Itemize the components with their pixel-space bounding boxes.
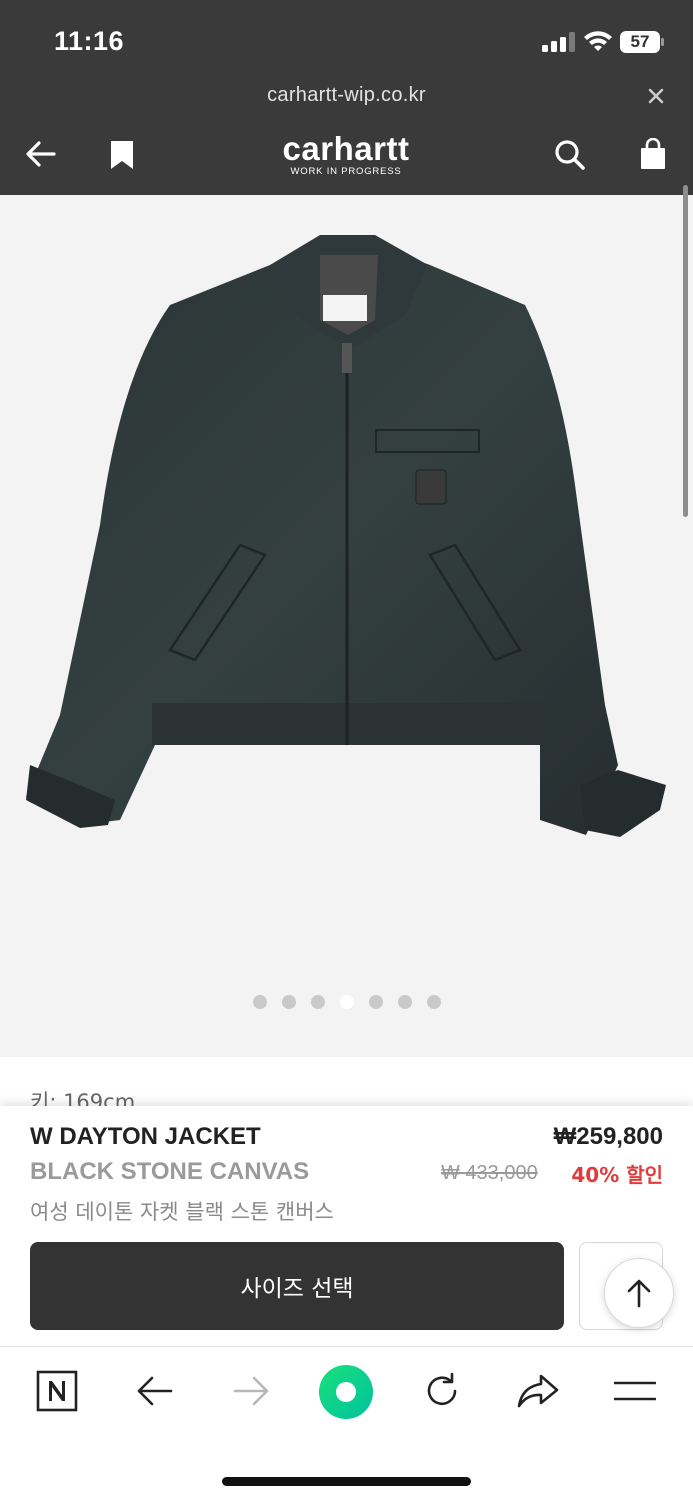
back-arrow-icon[interactable] — [24, 139, 58, 169]
logo-text: carhartt — [282, 130, 410, 167]
product-price: ₩259,800 — [553, 1123, 663, 1150]
carousel-dot[interactable] — [310, 995, 325, 1009]
carousel-dot[interactable] — [397, 995, 412, 1009]
original-price: ₩ 433,000 — [441, 1162, 538, 1184]
carousel-dot-active[interactable] — [339, 995, 354, 1009]
search-icon[interactable] — [554, 139, 586, 171]
wifi-icon — [584, 31, 612, 51]
home-indicator — [222, 1477, 471, 1486]
product-info-panel: W DAYTON JACKET BLACK STONE CANVAS 여성 데이… — [0, 1106, 693, 1346]
close-icon[interactable] — [644, 84, 668, 108]
browser-back-button[interactable] — [133, 1369, 177, 1413]
logo-subtext: WORK IN PROGRESS — [290, 166, 402, 177]
product-color: BLACK STONE CANVAS — [30, 1158, 310, 1185]
green-dot-icon — [319, 1365, 373, 1419]
carousel-dot[interactable] — [252, 995, 267, 1009]
bookmark-icon[interactable] — [110, 140, 134, 170]
share-icon — [517, 1374, 559, 1408]
product-image — [26, 235, 666, 837]
shopping-bag-icon[interactable] — [639, 138, 667, 170]
forward-arrow-icon — [233, 1376, 269, 1406]
browser-toolbar — [0, 1346, 693, 1500]
refresh-button[interactable] — [420, 1369, 464, 1413]
status-time: 11:16 — [54, 26, 125, 56]
product-gallery[interactable] — [0, 195, 693, 1057]
naver-green-dot-button[interactable] — [318, 1364, 374, 1420]
refresh-icon — [427, 1372, 457, 1406]
menu-icon — [614, 1381, 656, 1401]
brand-logo[interactable]: carhartt WORK IN PROGRESS — [246, 132, 446, 180]
share-button[interactable] — [516, 1369, 560, 1413]
top-header: 11:16 57 carhartt-wip.co.kr carhartt WOR… — [0, 0, 693, 195]
carousel-dot[interactable] — [281, 995, 296, 1009]
naver-n-icon — [36, 1370, 78, 1412]
naver-home-button[interactable] — [35, 1369, 79, 1413]
arrow-up-icon — [627, 1279, 651, 1308]
select-size-button[interactable]: 사이즈 선택 — [30, 1242, 564, 1330]
discount-badge: 40% 할인 — [571, 1163, 663, 1187]
scroll-to-top-button[interactable] — [604, 1258, 674, 1328]
carousel-dot[interactable] — [368, 995, 383, 1009]
scrollbar[interactable] — [683, 185, 688, 517]
back-arrow-icon — [137, 1376, 173, 1406]
url-bar[interactable]: carhartt-wip.co.kr — [0, 84, 693, 107]
carousel-dot[interactable] — [426, 995, 441, 1009]
carousel-dots — [0, 995, 693, 1013]
signal-icon — [542, 32, 575, 52]
product-name-korean: 여성 데이톤 자켓 블랙 스톤 캔버스 — [30, 1200, 334, 1224]
menu-button[interactable] — [613, 1369, 657, 1413]
battery-icon: 57 — [620, 31, 664, 53]
browser-forward-button[interactable] — [229, 1369, 273, 1413]
battery-level: 57 — [630, 32, 650, 51]
status-bar: 11:16 57 — [0, 0, 693, 80]
product-name: W DAYTON JACKET — [30, 1123, 261, 1150]
